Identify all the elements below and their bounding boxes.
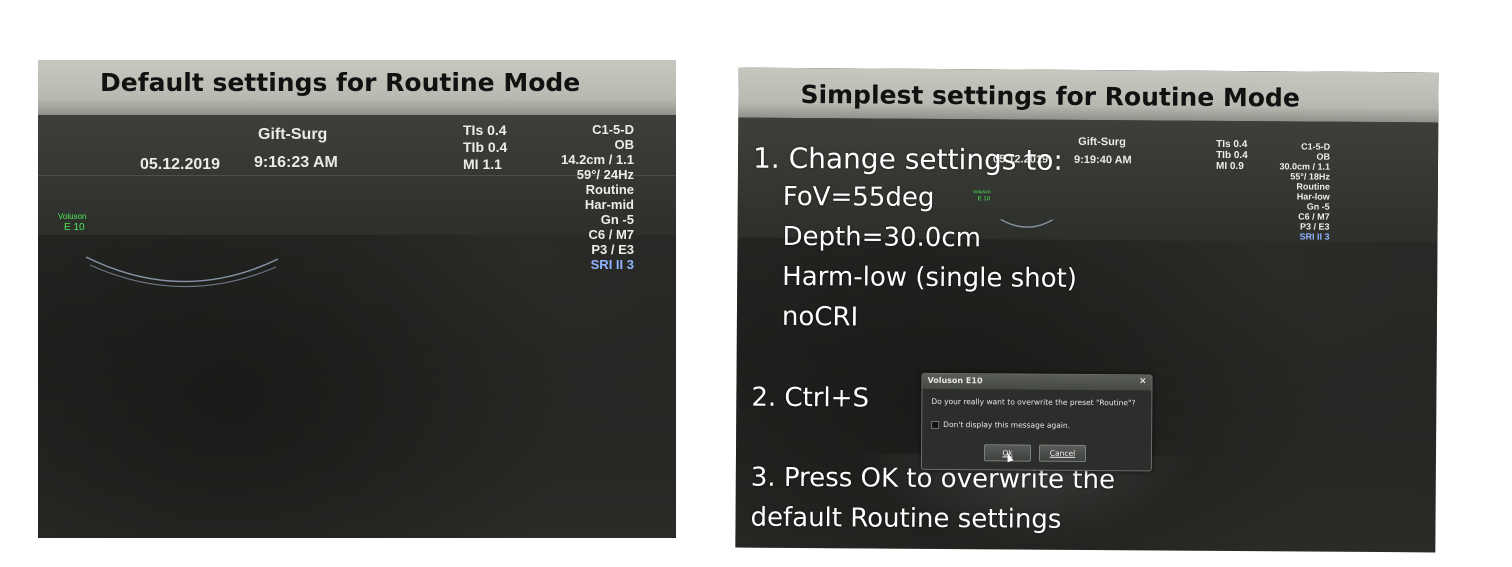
dialog-title: Voluson E10	[927, 375, 983, 386]
param-harmonic: Har-low	[1296, 191, 1330, 202]
ultrasound-arc	[85, 256, 279, 288]
step1-item-depth: Depth=30.0cm	[782, 221, 982, 254]
step2-text: 2. Ctrl+S	[751, 382, 870, 414]
exam-time: 9:19:40 AM	[1074, 153, 1132, 167]
param-application: OB	[1316, 151, 1331, 162]
voluson-model: E 10	[64, 222, 85, 233]
imaging-params: C1-5-D OB 14.2cm / 1.1 59°/ 24Hz Routine…	[561, 122, 634, 272]
cancel-button[interactable]: Cancel	[1038, 444, 1087, 462]
exam-time: 9:16:23 AM	[254, 154, 338, 171]
param-gain: Gn -5	[1306, 201, 1330, 212]
index-mi: MI 0.9	[1215, 160, 1244, 173]
param-probe: C1-5-D	[1301, 141, 1331, 152]
patient-name: Gift-Surg	[1078, 135, 1126, 149]
dialog-titlebar: Voluson E10 ×	[922, 373, 1152, 391]
index-tis: TIs 0.4	[463, 122, 507, 138]
exam-date: 05.12.2019	[140, 156, 221, 173]
dialog-message: Do your really want to overwrite the pre…	[931, 396, 1136, 408]
param-power: P3 / E3	[1300, 221, 1330, 232]
index-tib: TIb 0.4	[463, 139, 508, 155]
overwrite-preset-dialog: Voluson E10 × Do your really want to ove…	[920, 372, 1153, 472]
dont-display-checkbox-row[interactable]: Don't display this message again.	[922, 406, 1151, 431]
close-icon[interactable]: ×	[1139, 376, 1147, 386]
param-depth: 30.0cm / 1.1	[1279, 161, 1331, 172]
param-contrast: C6 / M7	[1298, 211, 1330, 222]
voluson-logo: Voluson	[972, 189, 991, 196]
index-tis: TIs 0.4	[1216, 138, 1248, 151]
safety-indices: TIs 0.4 TIb 0.4 MI 0.9	[1216, 139, 1266, 172]
param-sri: SRI II 3	[1299, 231, 1330, 242]
panel-title: Default settings for Routine Mode	[100, 68, 581, 97]
param-harmonic: Har-mid	[584, 197, 634, 212]
dialog-buttons: Ok Cancel	[983, 444, 1087, 462]
param-depth: 14.2cm / 1.1	[561, 152, 634, 167]
voluson-model: E 10	[977, 196, 991, 203]
param-preset: Routine	[585, 182, 634, 197]
index-mi: MI 1.1	[463, 156, 502, 172]
step1-item-cri: noCRI	[781, 301, 859, 333]
param-gain: Gn -5	[600, 212, 634, 227]
step1-item-fov: FoV=55deg	[782, 181, 935, 213]
param-contrast: C6 / M7	[588, 227, 634, 242]
param-fov: 59°/ 24Hz	[576, 167, 634, 182]
param-preset: Routine	[1296, 181, 1330, 192]
imaging-params: C1-5-D OB 30.0cm / 1.1 55°/ 18Hz Routine…	[1279, 141, 1330, 241]
safety-indices: TIs 0.4 TIb 0.4 MI 1.1	[463, 122, 523, 173]
index-tib: TIb 0.4	[1216, 149, 1248, 162]
param-probe: C1-5-D	[592, 122, 634, 137]
step3-line2: default Routine settings	[750, 502, 1062, 535]
param-fov: 55°/ 18Hz	[1290, 171, 1330, 182]
param-power: P3 / E3	[591, 242, 634, 257]
voluson-logo: Voluson	[58, 212, 87, 221]
dont-display-label: Don't display this message again.	[943, 419, 1071, 430]
step1-item-harmonic: Harm-low (single shot)	[782, 261, 1078, 294]
ultrasound-arc	[1000, 218, 1053, 228]
right-ultrasound-photo: Simplest settings for Routine Mode Gift-…	[735, 67, 1439, 553]
left-ultrasound-photo: Default settings for Routine Mode Gift-S…	[38, 60, 676, 538]
step1-heading: 1. Change settings to:	[752, 141, 1063, 177]
dont-display-checkbox[interactable]	[931, 420, 940, 429]
panel-title: Simplest settings for Routine Mode	[800, 79, 1300, 113]
param-application: OB	[614, 137, 635, 152]
patient-name: Gift-Surg	[258, 126, 328, 143]
param-sri: SRI II 3	[590, 257, 634, 272]
